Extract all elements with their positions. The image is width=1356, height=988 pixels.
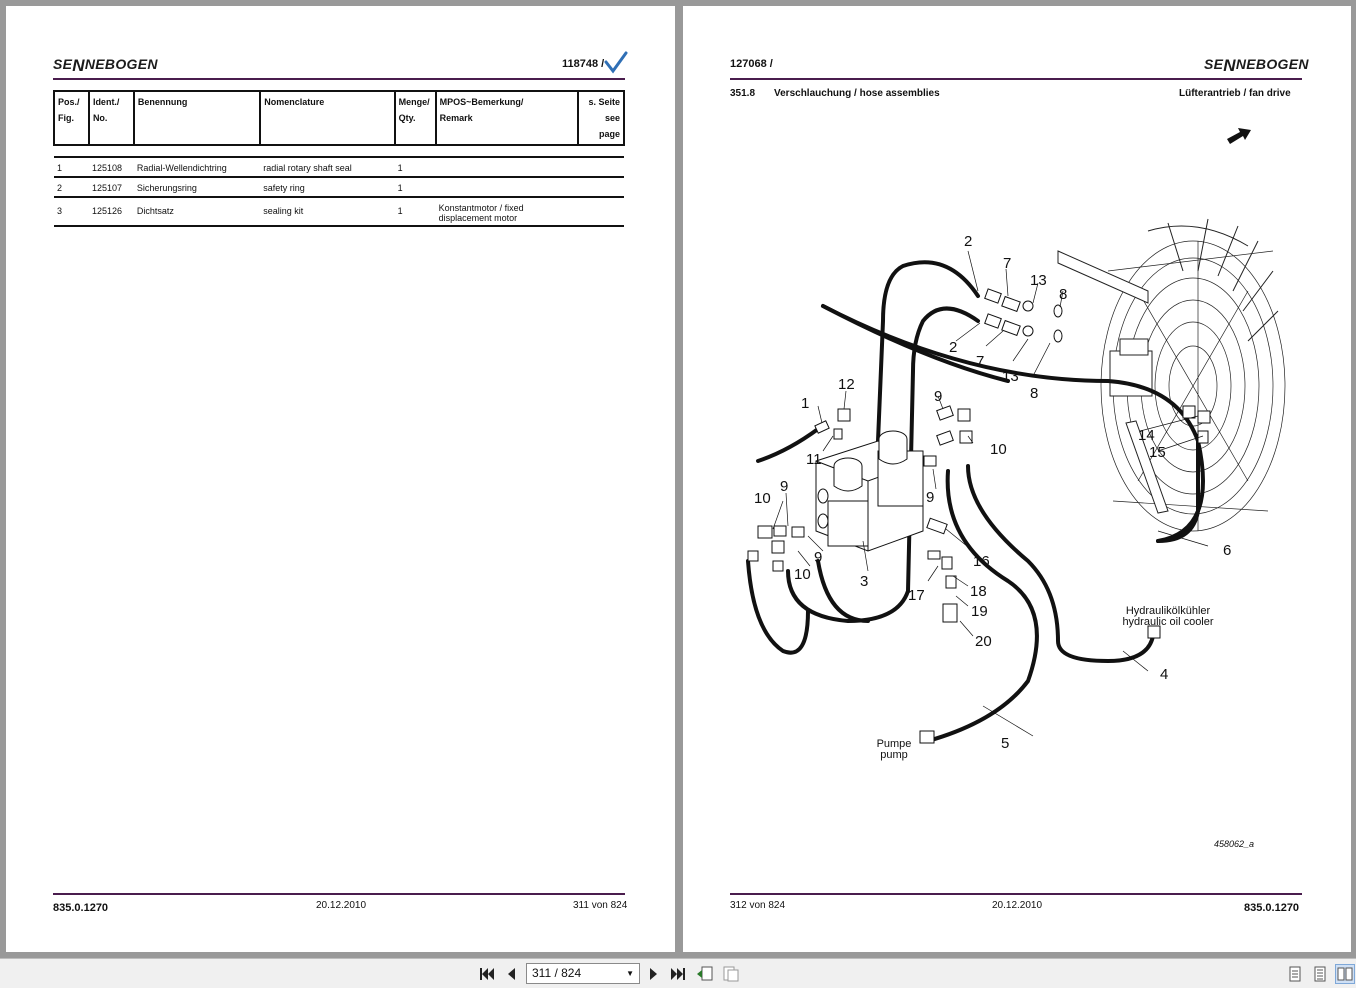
section-number: 351.8: [730, 88, 756, 99]
callout-4: 4: [1160, 666, 1168, 683]
callout-9b: 9: [926, 489, 934, 506]
footer-date: 20.12.2010: [316, 900, 367, 911]
first-page-button[interactable]: [477, 964, 497, 984]
callout-19: 19: [971, 603, 988, 620]
doc-id: 127068 /: [730, 58, 773, 70]
next-view-button[interactable]: [721, 964, 741, 984]
fitting-12: [837, 408, 851, 422]
prev-view-button[interactable]: [695, 964, 715, 984]
first-page-icon: [480, 968, 494, 980]
callout-18: 18: [970, 583, 987, 600]
callout-10b: 10: [754, 490, 771, 507]
col-menge: Menge/Qty.: [393, 90, 437, 146]
parts-table: Pos./Fig. Ident./No. Benennung Nomenclat…: [53, 90, 625, 227]
fan-assembly: [1057, 218, 1286, 532]
section-subtitle: Lüfterantrieb / fan drive: [1179, 88, 1291, 99]
prev-page-icon: [508, 968, 515, 980]
left-page: SENNEBOGEN 118748 / Pos./Fig. Ident./No.…: [6, 6, 675, 952]
footer-code: 835.0.1270: [1244, 902, 1300, 914]
callout-16: 16: [973, 553, 990, 570]
callout-10: 10: [990, 441, 1007, 458]
callout-2b: 2: [949, 339, 957, 356]
col-ident: Ident./No.: [87, 90, 135, 146]
callout-9d: 9: [814, 549, 822, 566]
callout-10c: 10: [794, 566, 811, 583]
table-row: 1 125108 Radial-Wellendichtring radial rota…: [54, 156, 624, 177]
callout-3: 3: [860, 573, 868, 590]
callout-20: 20: [975, 633, 992, 650]
col-pos: Pos./Fig.: [53, 90, 90, 146]
callout-2: 2: [964, 233, 972, 250]
viewer-toolbar: 311 / 824 ▼: [0, 958, 1356, 988]
footer-date: 20.12.2010: [992, 900, 1043, 911]
callout-8: 8: [1059, 286, 1067, 303]
callout-11: 11: [806, 451, 822, 468]
callout-9: 9: [934, 388, 942, 405]
table-row: 3 125126 Dichtsatz sealing kit 1 Konstantmoto…: [54, 196, 624, 227]
header-rule: [730, 78, 1302, 80]
callout-5: 5: [1001, 735, 1009, 752]
pump-label-en: pump: [880, 749, 908, 761]
next-page-button[interactable]: [644, 964, 664, 984]
footer-code: 835.0.1270: [53, 902, 109, 914]
callout-6: 6: [1223, 542, 1231, 559]
last-page-button[interactable]: [668, 964, 688, 984]
callout-14: 14: [1138, 427, 1155, 444]
table-row: 2 125107 Sicherungsring safety ring 1: [54, 176, 624, 197]
single-page-button[interactable]: [1285, 964, 1305, 984]
footer-page: 311 von 824: [573, 900, 628, 911]
footer-rule: [53, 893, 625, 895]
callout-13b: 13: [1002, 368, 1019, 385]
callout-13: 13: [1030, 272, 1047, 289]
callout-17: 17: [908, 587, 925, 604]
callout-7: 7: [1003, 255, 1011, 272]
figure-ref: 458062_a: [1214, 839, 1255, 849]
page-number-input[interactable]: 311 / 824 ▼: [526, 963, 640, 984]
callout-9c: 9: [780, 478, 788, 495]
checkmark-icon: [604, 51, 628, 74]
chevron-down-icon[interactable]: ▼: [626, 964, 634, 983]
next-view-icon: [723, 966, 739, 982]
prev-page-button[interactable]: [501, 964, 521, 984]
last-page-icon: [671, 968, 685, 980]
fan-bracket: [1057, 250, 1149, 304]
callout-15: 15: [1149, 444, 1166, 461]
hose-4: [966, 464, 1155, 664]
col-seite: s. Seite see page: [577, 90, 625, 146]
callout-8b: 8: [1030, 385, 1038, 402]
callout-12: 12: [838, 376, 855, 393]
col-nomenclature: Nomenclature: [259, 90, 396, 146]
col-benennung: Benennung: [132, 90, 262, 146]
single-page-icon: [1289, 966, 1301, 982]
continuous-button[interactable]: [1310, 964, 1330, 984]
valve-block: [815, 430, 924, 552]
footer-rule: [730, 893, 1302, 895]
brand-logo: SENNEBOGEN: [1204, 56, 1309, 75]
header-rule: [53, 78, 625, 80]
hose-assembly-diagram: 2 7 13 8 2 7 13 8 12 1 9 10 11 9 14 15 1…: [746, 218, 1286, 761]
footer-page: 312 von 824: [730, 900, 786, 911]
brand-logo: SENNEBOGEN: [53, 56, 158, 75]
continuous-icon: [1314, 966, 1326, 982]
facing-pages-icon: [1337, 967, 1353, 981]
prev-view-icon: [697, 966, 713, 981]
section-title: Verschlauchung / hose assemblies: [774, 88, 940, 99]
col-remark: MPOS~Bemerkung/Remark: [434, 90, 580, 146]
callout-7b: 7: [976, 353, 984, 370]
callout-1: 1: [801, 395, 809, 412]
next-page-icon: [650, 968, 657, 980]
doc-id: 118748 /: [562, 58, 605, 70]
right-page: 127068 / SENNEBOGEN 351.8 Verschlauchung…: [683, 6, 1351, 952]
facing-pages-button[interactable]: [1335, 964, 1355, 984]
cooler-label-en: hydraulic oil cooler: [1122, 616, 1213, 628]
flow-arrow-icon: [1227, 128, 1251, 144]
